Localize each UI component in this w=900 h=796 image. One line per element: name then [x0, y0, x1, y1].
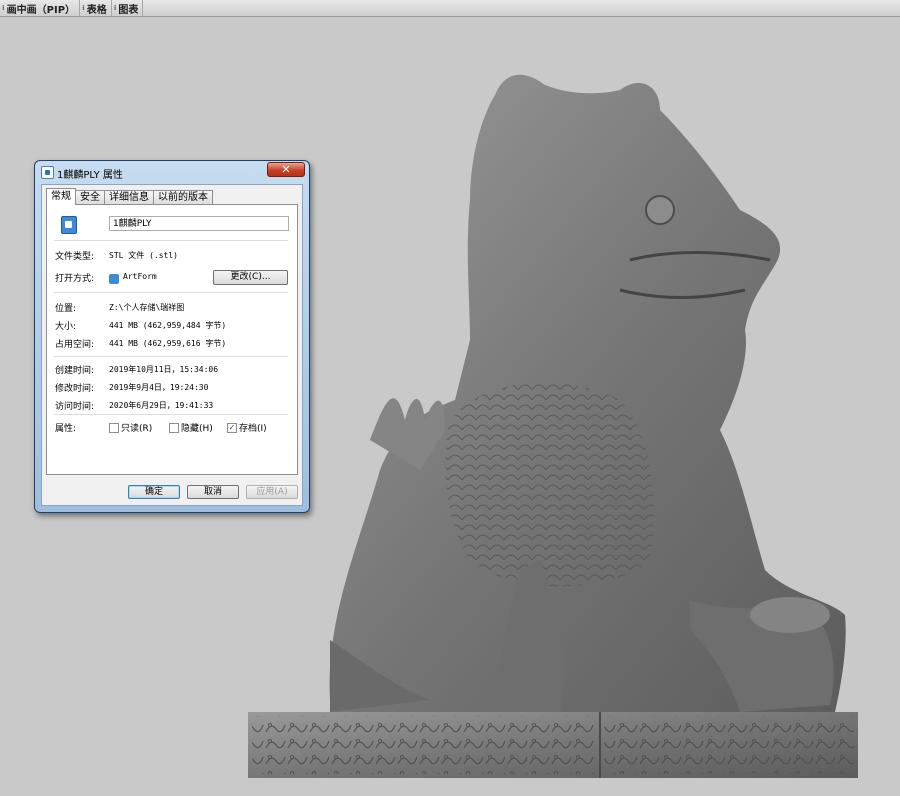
qilin-sculpture-model	[248, 74, 858, 778]
size-value: 441 MB (462,959,484 字节)	[109, 321, 227, 330]
modified-label: 修改时间:	[55, 384, 95, 394]
file-icon	[61, 216, 77, 234]
dialog-titlebar[interactable]: 1麒麟PLY 属性 ✕	[35, 161, 309, 183]
modified-value: 2019年9月4日，19:24:30	[109, 383, 209, 392]
readonly-label: 只读(R)	[121, 424, 153, 434]
dialog-title: 1麒麟PLY 属性	[57, 170, 123, 181]
properties-dialog: 1麒麟PLY 属性 ✕ 常规 安全 详细信息 以前的版本 1麒麟PLY 文件类型…	[34, 160, 310, 513]
tab-pip[interactable]: ⁝ 画中画（PIP）	[0, 0, 81, 16]
change-button[interactable]: 更改(C)...	[213, 270, 288, 285]
created-value: 2019年10月11日，15:34:06	[109, 365, 219, 374]
general-panel: 1麒麟PLY 文件类型: STL 文件 (.stl) 打开方式: ArtForm…	[46, 204, 298, 475]
checkbox-box[interactable]	[169, 422, 179, 433]
readonly-checkbox[interactable]: 只读(R)	[109, 421, 152, 434]
file-name-input[interactable]: 1麒麟PLY	[109, 216, 289, 231]
open-with-value: ArtForm	[123, 272, 157, 281]
top-tab-strip: ⁝ 画中画（PIP） ⁝ 表格 ⁝ 图表	[0, 0, 900, 17]
cancel-button[interactable]: 取消	[187, 485, 239, 499]
attributes-label: 属性:	[55, 424, 77, 434]
dialog-tabs: 常规 安全 详细信息 以前的版本	[46, 188, 213, 205]
tab-chart[interactable]: ⁝ 图表	[112, 0, 144, 16]
disk-size-value: 441 MB (462,959,616 字节)	[109, 339, 227, 348]
ok-button[interactable]: 确定	[128, 485, 180, 499]
file-type-label: 文件类型:	[55, 252, 95, 262]
accessed-label: 访问时间:	[55, 402, 95, 412]
dialog-client: 常规 安全 详细信息 以前的版本 1麒麟PLY 文件类型: STL 文件 (.s…	[41, 184, 303, 506]
checkbox-box[interactable]	[109, 422, 119, 433]
hidden-label: 隐藏(H)	[181, 424, 213, 434]
file-type-value: STL 文件 (.stl)	[109, 251, 178, 260]
disk-size-label: 占用空间:	[55, 340, 95, 350]
location-label: 位置:	[55, 304, 77, 314]
archive-checkbox[interactable]: ✓ 存档(I)	[227, 421, 267, 434]
grip-icon: ⁝	[113, 4, 117, 12]
accessed-value: 2020年6月29日，19:41:33	[109, 401, 214, 410]
divider	[54, 356, 288, 357]
grip-icon: ⁝	[2, 4, 5, 12]
location-value: Z:\个人存储\瑞祥图	[109, 303, 185, 312]
tab-pip-label: 画中画（PIP）	[6, 4, 76, 16]
tab-table-label: 表格	[86, 4, 107, 16]
divider	[54, 292, 288, 293]
tab-general[interactable]: 常规	[46, 188, 76, 205]
close-button[interactable]: ✕	[267, 162, 305, 177]
properties-icon	[41, 166, 54, 179]
hidden-checkbox[interactable]: 隐藏(H)	[169, 421, 213, 434]
tab-security[interactable]: 安全	[75, 190, 105, 205]
divider	[54, 414, 288, 415]
tab-chart-label: 图表	[118, 4, 139, 16]
tab-details[interactable]: 详细信息	[104, 190, 154, 205]
tab-previous-versions[interactable]: 以前的版本	[153, 190, 213, 205]
tab-table[interactable]: ⁝ 表格	[80, 0, 112, 16]
divider	[54, 240, 288, 241]
created-label: 创建时间:	[55, 366, 95, 376]
grip-icon: ⁝	[82, 4, 85, 12]
archive-label: 存档(I)	[239, 424, 267, 434]
checkmark-icon[interactable]: ✓	[227, 422, 237, 433]
size-label: 大小:	[55, 322, 77, 332]
open-with-label: 打开方式:	[55, 274, 95, 284]
apply-button[interactable]: 应用(A)	[246, 485, 298, 499]
artform-icon	[109, 274, 119, 284]
